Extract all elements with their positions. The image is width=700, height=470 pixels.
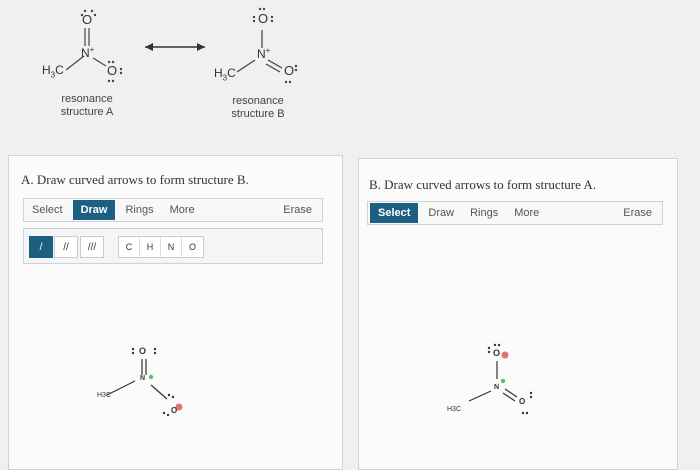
- atom-o-tool[interactable]: O: [182, 237, 203, 257]
- draw-tab[interactable]: Draw: [72, 200, 116, 220]
- resonance-structures-diagram: [65, 7, 298, 84]
- canvas-b-o-top: O: [493, 348, 501, 358]
- resonance-arrow-right-head: [197, 43, 205, 51]
- panel-a-molecule-canvas[interactable]: [9, 321, 344, 470]
- rings-tab[interactable]: Rings: [462, 202, 506, 224]
- resonance-label-b: resonance structure B: [231, 95, 285, 120]
- atom-a-h3c: H3C: [42, 63, 64, 80]
- canvas-b-bond-c-n: [468, 390, 492, 402]
- more-tab[interactable]: More: [506, 202, 547, 224]
- canvas-a-o-top: O: [139, 346, 147, 356]
- canvas-b-o-right: O: [519, 397, 526, 406]
- canvas-b-h3c: H3C: [447, 406, 462, 413]
- positive-charge-marker: [500, 378, 506, 384]
- canvas-a-n: N: [140, 375, 146, 382]
- atom-c-tool[interactable]: C: [119, 237, 140, 257]
- draw-tab[interactable]: Draw: [420, 202, 462, 224]
- bond-a-n-o-single: [92, 57, 107, 67]
- atom-a-n: N+: [81, 45, 95, 60]
- panel-b: B. Draw curved arrows to form structure …: [358, 158, 678, 470]
- positive-charge-marker: [148, 374, 154, 380]
- resonance-label-a: resonance structure A: [60, 93, 114, 118]
- panel-b-toolbar: Select Draw Rings More Erase: [367, 201, 663, 225]
- double-bond-tool[interactable]: //: [54, 236, 78, 258]
- atom-tool-group: C H N O: [118, 236, 204, 258]
- bond-b-c-n: [236, 59, 256, 73]
- atom-b-h3c: H3C: [214, 66, 236, 83]
- atom-a-o-right: O: [107, 63, 118, 78]
- panel-a-toolbar: Select Draw Rings More Erase: [23, 198, 323, 222]
- atom-b-o-right: O: [284, 63, 295, 78]
- panel-a-drawing-tools: / // /// C H N O: [23, 228, 323, 264]
- resonance-header: H3C N+ O O H3C N+ O O resonance structure…: [0, 0, 700, 140]
- panel-b-molecule-canvas[interactable]: [359, 319, 679, 469]
- panel-a: A. Draw curved arrows to form structure …: [8, 155, 343, 470]
- canvas-a-h3c: H3C: [97, 392, 112, 399]
- atom-h-tool[interactable]: H: [140, 237, 161, 257]
- resonance-arrow-left-head: [145, 43, 153, 51]
- single-bond-tool[interactable]: /: [29, 236, 53, 258]
- more-tab[interactable]: More: [162, 199, 203, 221]
- atom-a-o-top: O: [82, 12, 93, 27]
- select-tab[interactable]: Select: [370, 203, 419, 223]
- atom-b-o-top: O: [258, 11, 269, 26]
- panel-a-title: A. Draw curved arrows to form structure …: [21, 172, 249, 187]
- rings-tab[interactable]: Rings: [117, 199, 161, 221]
- canvas-a-bond-n-o-single: [150, 384, 168, 400]
- atom-n-tool[interactable]: N: [161, 237, 182, 257]
- negative-charge-marker: [501, 351, 509, 359]
- canvas-b-n: N: [494, 384, 500, 391]
- panel-b-title: B. Draw curved arrows to form structure …: [369, 177, 597, 192]
- triple-bond-tool[interactable]: ///: [80, 236, 104, 258]
- atom-b-n: N+: [257, 46, 271, 61]
- erase-button[interactable]: Erase: [623, 207, 662, 219]
- select-tab[interactable]: Select: [24, 199, 71, 221]
- erase-button[interactable]: Erase: [283, 204, 322, 216]
- canvas-a-o-right: O: [171, 406, 178, 415]
- canvas-a-bond-c-n: [106, 380, 136, 396]
